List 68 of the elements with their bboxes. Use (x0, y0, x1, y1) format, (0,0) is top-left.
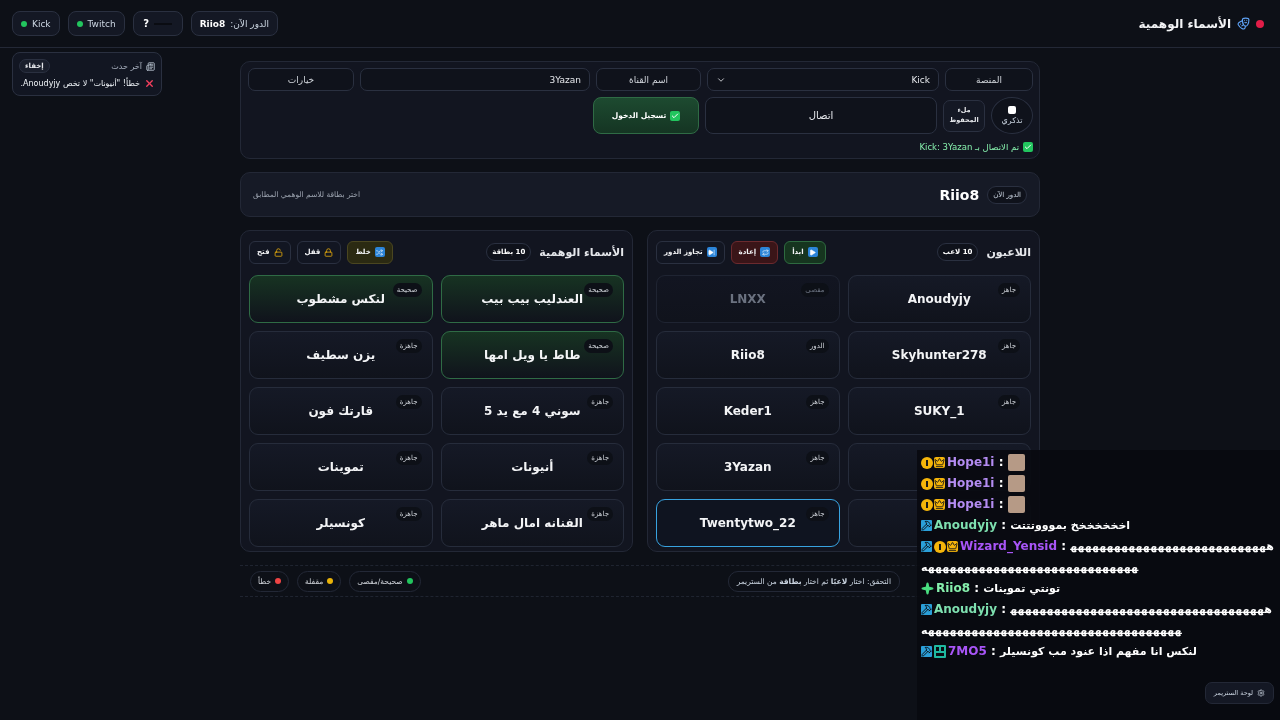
sparkle-icon (921, 582, 934, 595)
lock-icon (324, 247, 334, 257)
player-name: 3Yazan (723, 460, 772, 474)
player-name: Riio8 (730, 348, 765, 362)
channel-label: اسم القناة (596, 68, 701, 91)
card-name: أنيونات (511, 460, 554, 474)
one-coin-icon (934, 540, 946, 553)
skip-forward-icon (706, 247, 717, 257)
one-coin-icon (921, 477, 933, 490)
unlock-icon (273, 247, 283, 257)
masks-icon (1237, 17, 1250, 30)
card-name: لنكس مشطوب (296, 292, 385, 306)
remember-checkbox[interactable]: تذكري (991, 97, 1033, 134)
hammer-icon (921, 604, 932, 615)
channel-input[interactable]: 3Yazan (360, 68, 590, 91)
card-name: طاط يا ويل امها (484, 348, 581, 362)
close-icon (144, 78, 155, 89)
crown-icon (934, 478, 945, 489)
turn-player-name: Riio8 (939, 186, 980, 203)
play-icon (807, 247, 818, 257)
toast-message: خطأ! "أنيونات" لا تخص Anoudyjy. (20, 79, 140, 88)
platform-label: المنصة (945, 68, 1033, 91)
hammer-icon (921, 646, 932, 657)
chat-message: Hope1i : (921, 452, 1276, 473)
platform-select[interactable]: Kick (707, 68, 939, 91)
platform-label: Twitch (87, 18, 116, 29)
check-icon (670, 110, 681, 121)
newspaper-icon (146, 61, 155, 71)
crown-icon (947, 541, 958, 552)
gg-badge-icon (934, 645, 946, 658)
check-icon (1023, 142, 1033, 152)
crown-icon (934, 499, 945, 510)
shuffle-icon (374, 247, 385, 257)
player-name: LNXX (729, 292, 766, 306)
card-name: سوني 4 مع يد 5 (484, 404, 581, 418)
player-name: Anoudyjy (907, 292, 971, 306)
one-coin-icon (921, 498, 933, 511)
player-name: Twentytwo_22 (699, 516, 796, 530)
repeat-icon (760, 247, 771, 257)
names-title: الأسماء الوهمية (539, 245, 624, 259)
turn-label: الدور الآن: (230, 18, 269, 29)
help-pill[interactable]: ? (132, 11, 183, 36)
card-name: تموينات (317, 460, 364, 474)
hammer-icon (921, 541, 932, 552)
app-title: الأسماء الوهمية (1138, 16, 1231, 31)
card-name: الفنانه امال ماهر (481, 516, 583, 530)
card-name: يزن سطيف (306, 348, 376, 362)
player-name: SUKY_1 (913, 404, 965, 418)
options-button[interactable]: خيارات (248, 68, 354, 91)
chat-message: Hope1i : (921, 473, 1276, 494)
platform-label: Kick (32, 18, 51, 29)
chat-message: Hope1i : (921, 494, 1276, 515)
one-coin-icon (921, 456, 933, 469)
players-title: اللاعبون (986, 245, 1031, 259)
toast-title: آخر حدث (111, 61, 142, 71)
settings-icon (1257, 689, 1265, 697)
crown-icon (934, 457, 945, 468)
player-name: Keder1 (723, 404, 772, 418)
live-dot-icon (1256, 19, 1264, 28)
connect-button[interactable]: اتصال (705, 97, 937, 134)
card-name: العندليب بيب بيب (481, 292, 584, 306)
question-mark: ? (143, 18, 150, 29)
turn-player: Riio8 (199, 18, 226, 29)
connection-status: تم الاتصال بـ Kick: 3Yazan (919, 142, 1019, 152)
player-name: Skyhunter278 (891, 348, 987, 362)
card-name: كونسيلر (316, 516, 365, 530)
card-name: قارتك فون (308, 404, 374, 418)
hammer-icon (921, 520, 932, 531)
